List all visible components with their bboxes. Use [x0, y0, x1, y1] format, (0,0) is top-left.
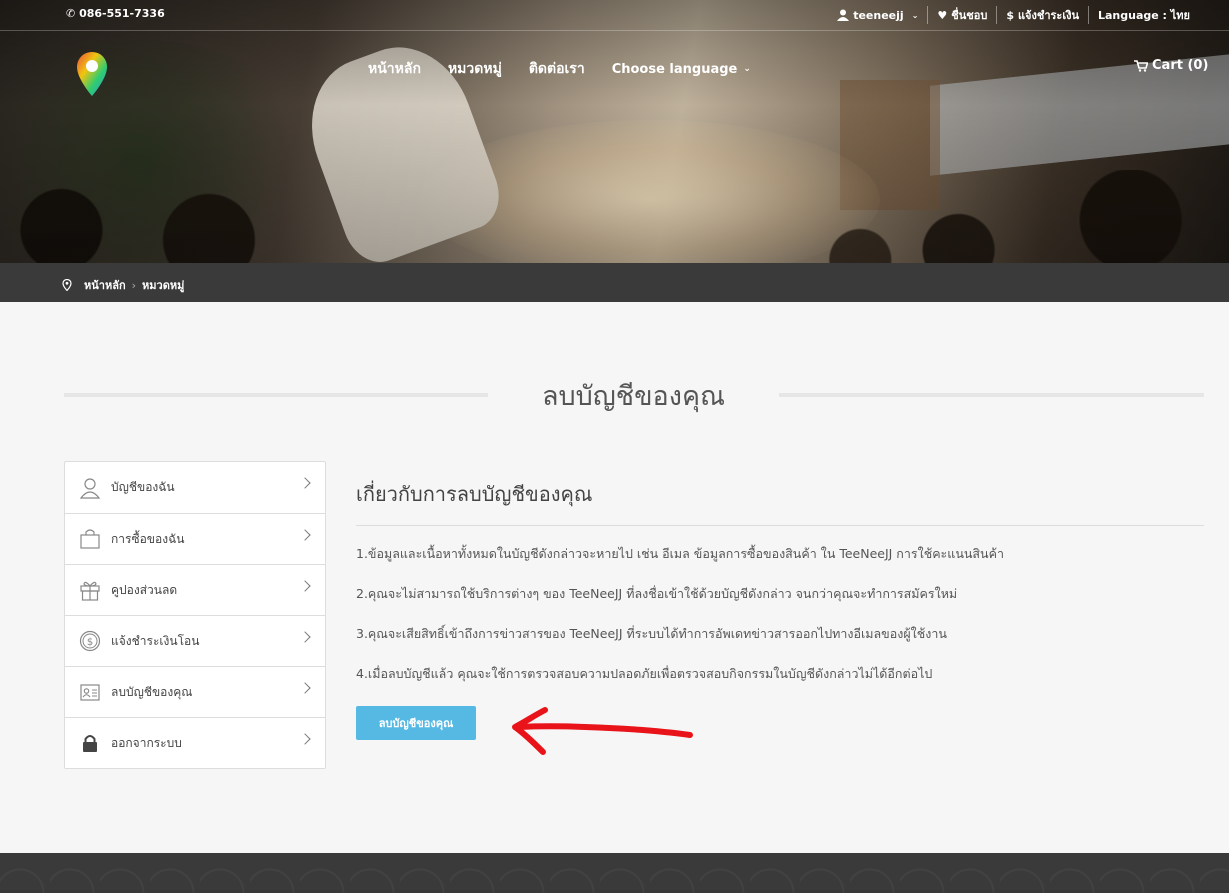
- site-logo[interactable]: [74, 50, 110, 98]
- sidebar-item-logout[interactable]: ออกจากระบบ: [65, 717, 325, 768]
- user-menu[interactable]: teeneejj ⌄: [828, 9, 927, 22]
- breadcrumb-category[interactable]: หมวดหมู่: [142, 276, 184, 294]
- hero-banner: [0, 0, 1229, 263]
- annotation-arrow-icon: [512, 707, 693, 755]
- heart-icon: ♥: [937, 8, 948, 22]
- chevron-right-icon: [299, 631, 311, 643]
- location-pin-icon: [62, 279, 72, 291]
- lock-icon: [77, 730, 103, 756]
- sidebar-item-payment-notice[interactable]: $ แจ้งชำระเงินโอน: [65, 615, 325, 666]
- phone-icon: ✆: [66, 7, 76, 20]
- page-title-block: ลบบัญชีของคุณ: [64, 372, 1204, 416]
- gift-icon: [77, 577, 103, 603]
- main-nav: หน้าหลัก หมวดหมู่ ติดต่อเรา Choose langu…: [368, 58, 778, 80]
- info-paragraph-4: 4.เมื่อลบบัญชีแล้ว คุณจะใช้การตรวจสอบควา…: [356, 666, 933, 681]
- info-paragraph-2: 2.คุณจะไม่สามารถใช้บริการต่างๆ ของ TeeNe…: [356, 586, 958, 601]
- language-selector[interactable]: Language : ไทย: [1087, 6, 1199, 24]
- section-heading: เกี่ยวกับการลบบัญชีของคุณ: [356, 482, 593, 506]
- user-icon: [77, 475, 103, 501]
- sidebar-item-my-purchases[interactable]: การซื้อของฉัน: [65, 513, 325, 564]
- dollar-icon: $: [1006, 8, 1014, 22]
- nav-contact[interactable]: ติดต่อเรา: [529, 58, 585, 80]
- info-paragraph-3: 3.คุณจะเสียสิทธิ์เข้าถึงการข่าวสารของ Te…: [356, 626, 947, 641]
- title-divider-right: [779, 393, 1204, 397]
- chevron-right-icon: [299, 580, 311, 592]
- footer: [0, 853, 1229, 893]
- chevron-right-icon: [299, 477, 311, 489]
- page-title: ลบบัญชีของคุณ: [541, 381, 726, 412]
- chevron-right-icon: [299, 682, 311, 694]
- title-divider-left: [64, 393, 488, 397]
- top-bar: ✆ 086-551-7336 teeneejj ⌄ ♥ ชื่นชอบ $ แจ…: [0, 0, 1229, 31]
- favorites-link[interactable]: ♥ ชื่นชอบ: [927, 6, 996, 24]
- chevron-down-icon: ⌄: [743, 64, 751, 74]
- info-paragraph-1: 1.ข้อมูลและเนื้อหาทั้งหมดในบัญชีดังกล่าว…: [356, 546, 1004, 561]
- chevron-right-icon: [299, 529, 311, 541]
- user-icon: [837, 9, 850, 21]
- shopping-bag-icon: [77, 526, 103, 552]
- sidebar-item-delete-account[interactable]: ลบบัญชีของคุณ: [65, 666, 325, 717]
- chevron-right-icon: [299, 733, 311, 745]
- delete-account-button[interactable]: ลบบัญชีของคุณ: [356, 706, 476, 740]
- nav-categories[interactable]: หมวดหมู่: [448, 58, 502, 80]
- sidebar-item-my-account[interactable]: บัญชีของฉัน: [65, 462, 325, 513]
- phone-number[interactable]: ✆ 086-551-7336: [66, 7, 165, 20]
- account-sidebar: บัญชีของฉัน การซื้อของฉัน คูปองส่วนลด $ …: [64, 461, 326, 769]
- breadcrumb-home[interactable]: หน้าหลัก: [84, 276, 126, 294]
- cart-link[interactable]: Cart (0): [1134, 58, 1208, 73]
- id-card-icon: [77, 679, 103, 705]
- nav-home[interactable]: หน้าหลัก: [368, 58, 421, 80]
- map-pin-logo-icon: [77, 52, 107, 96]
- username: teeneejj: [853, 8, 904, 22]
- delete-account-content: เกี่ยวกับการลบบัญชีของคุณ 1.ข้อมูลและเนื…: [356, 478, 1204, 740]
- choose-language-dropdown[interactable]: Choose language ⌄: [612, 58, 751, 80]
- svg-text:$: $: [87, 637, 93, 648]
- section-divider: [356, 525, 1204, 526]
- cart-icon: [1134, 59, 1148, 72]
- chevron-down-icon: ⌄: [911, 10, 919, 20]
- coin-icon: $: [77, 628, 103, 654]
- payment-link[interactable]: $ แจ้งชำระเงิน: [996, 6, 1088, 24]
- breadcrumb-separator: ›: [131, 278, 137, 292]
- breadcrumb: หน้าหลัก › หมวดหมู่: [62, 276, 184, 294]
- breadcrumb-bar: หน้าหลัก › หมวดหมู่: [0, 263, 1229, 302]
- sidebar-item-coupons[interactable]: คูปองส่วนลด: [65, 564, 325, 615]
